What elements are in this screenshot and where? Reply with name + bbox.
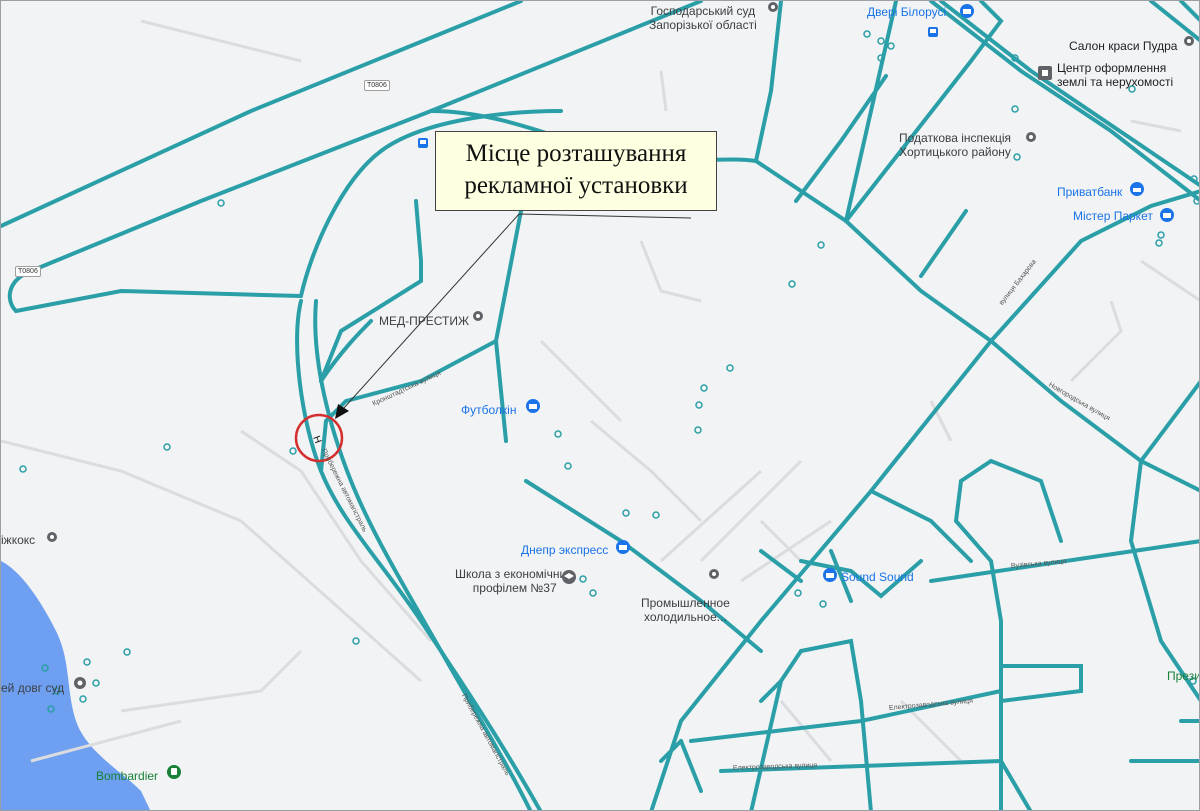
marker-symbol: Н bbox=[310, 434, 323, 445]
school-icon[interactable] bbox=[561, 569, 577, 585]
poi-salon[interactable]: Салон краси Пудра bbox=[1069, 39, 1177, 53]
poi-bombardier[interactable]: Bombardier bbox=[96, 769, 158, 783]
main-roads bbox=[1, 1, 1199, 810]
bus-stop-icon-2[interactable] bbox=[927, 26, 939, 38]
poi-parket[interactable]: Містер Паркет bbox=[1073, 209, 1153, 223]
parket-shop-icon[interactable] bbox=[1159, 207, 1175, 223]
center-square-icon[interactable] bbox=[1037, 65, 1053, 81]
court-pin-icon[interactable] bbox=[765, 1, 781, 17]
poi-med[interactable]: МЕД-ПРЕСТИЖ bbox=[379, 314, 469, 328]
poi-court[interactable]: Господарський суд Запорізької області bbox=[649, 4, 757, 32]
callout-box: Місце розташування рекламної установки bbox=[435, 131, 717, 211]
poi-court2[interactable]: ей довг суд bbox=[1, 681, 64, 695]
train-icon[interactable] bbox=[166, 764, 182, 780]
bank-icon[interactable] bbox=[1129, 181, 1145, 197]
tax-pin-icon[interactable] bbox=[1023, 131, 1039, 147]
map-view[interactable]: Н T0806 T0806 Місце розташування рекламн… bbox=[0, 0, 1200, 811]
route-shield-t0806-left: T0806 bbox=[15, 266, 41, 277]
poi-dnepr[interactable]: Днепр экспресс bbox=[521, 543, 608, 557]
med-pin-icon[interactable] bbox=[470, 310, 486, 326]
court2-pin-icon[interactable] bbox=[72, 677, 88, 693]
map-canvas[interactable]: Н bbox=[1, 1, 1200, 811]
poi-cold[interactable]: Промышленное холодильное... bbox=[641, 596, 730, 624]
callout-line-1: Місце розташування bbox=[465, 140, 687, 167]
route-shield-t0806-top: T0806 bbox=[364, 80, 390, 91]
poi-koks[interactable]: іжкокс bbox=[1, 533, 35, 547]
poi-center[interactable]: Центр оформлення землі та нерухомості bbox=[1057, 61, 1173, 89]
poi-privat[interactable]: Приватбанк bbox=[1057, 185, 1122, 199]
koks-pin-icon[interactable] bbox=[44, 531, 60, 547]
sound-shop-icon[interactable] bbox=[822, 567, 838, 583]
poi-doors[interactable]: Двері Білорусі bbox=[867, 5, 946, 19]
salon-pin-icon[interactable] bbox=[1181, 35, 1197, 51]
dnepr-shop-icon[interactable] bbox=[615, 539, 631, 555]
poi-futbolkin[interactable]: Футболкін bbox=[461, 403, 516, 417]
poi-school[interactable]: Школа з економічним профілем №37 bbox=[455, 567, 574, 595]
cold-pin-icon[interactable] bbox=[706, 568, 722, 584]
callout-leader bbox=[342, 213, 692, 410]
poi-prezid[interactable]: Прези bbox=[1167, 669, 1199, 683]
shop-icon[interactable] bbox=[959, 3, 975, 19]
callout-line-2: рекламної установки bbox=[464, 172, 688, 199]
poi-sound[interactable]: Sound Sound bbox=[841, 570, 914, 584]
futbolkin-shop-icon[interactable] bbox=[525, 398, 541, 414]
bus-stop-icon[interactable] bbox=[417, 137, 429, 149]
poi-tax[interactable]: Податкова інспекція Хортицького району bbox=[899, 131, 1011, 159]
